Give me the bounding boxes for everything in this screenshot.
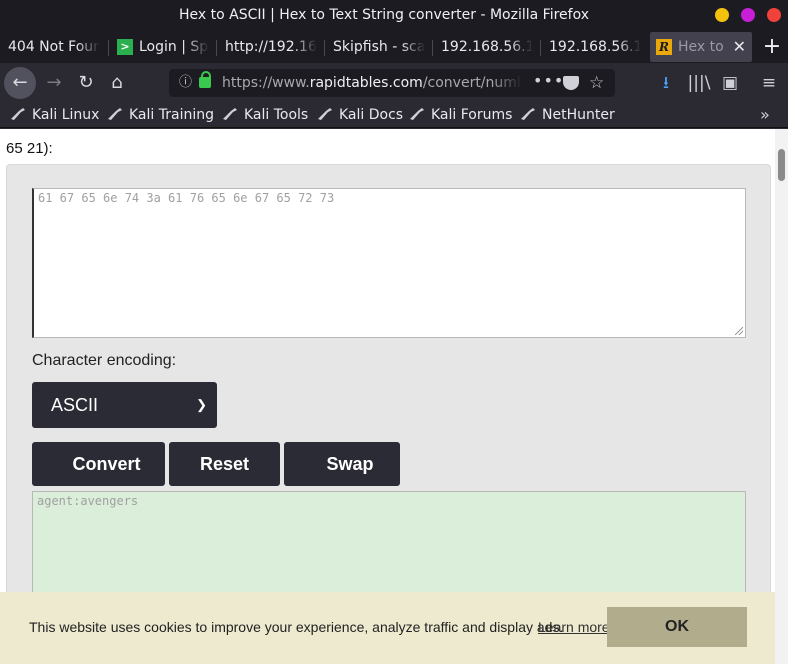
tab-hex-to-ascii[interactable]: R Hex to ✕ (650, 32, 752, 62)
cookie-message: This website uses cookies to improve you… (29, 619, 564, 635)
swap-button[interactable]: Swap (284, 442, 400, 486)
hex-input-textarea[interactable]: 61 67 65 6e 74 3a 61 76 65 6e 67 65 72 7… (32, 188, 746, 338)
learn-more-link[interactable]: Learn more (538, 619, 610, 635)
reload-button[interactable]: ↻ (70, 67, 102, 99)
encoding-label: Character encoding: (32, 352, 177, 369)
tab-ip-1[interactable]: 192.168.56.10 (441, 32, 533, 62)
url-path: /convert/number/hex-to-ascii.html (422, 75, 522, 91)
bookmark-kali-linux[interactable]: Kali Linux (10, 103, 99, 127)
new-tab-button[interactable]: + (759, 30, 785, 63)
tab-label: 192.168.56.10 (549, 39, 641, 55)
bookmark-label: Kali Linux (32, 107, 100, 123)
title-bar: Hex to ASCII | Hex to Text String conver… (0, 0, 788, 30)
library-icon[interactable]: |||\ (685, 63, 713, 103)
reset-button[interactable]: Reset (169, 442, 280, 486)
convert-button[interactable]: Convert (32, 442, 165, 486)
bookmark-label: Kali Docs (339, 107, 404, 123)
tab-label: 404 Not Foun (8, 39, 100, 55)
chevron-down-icon: ❯ (196, 397, 207, 412)
tab-strip: 404 Not Foun > Login | Spl http://192.16 … (0, 30, 788, 63)
text-output-value: agent:avengers (37, 494, 139, 508)
home-button[interactable]: ⌂ (101, 67, 133, 99)
lock-icon[interactable] (199, 71, 211, 88)
tab-login[interactable]: > Login | Spl (117, 32, 209, 62)
converter-panel: 61 67 65 6e 74 3a 61 76 65 6e 67 65 72 7… (6, 164, 771, 664)
hex-input-value: 61 67 65 6e 74 3a 61 76 65 6e 67 65 72 7… (38, 191, 335, 205)
bookmark-kali-training[interactable]: Kali Training (107, 103, 214, 127)
resize-handle-icon[interactable] (735, 327, 743, 335)
kali-dragon-icon (410, 108, 424, 120)
page-actions-icon[interactable]: ••• (533, 69, 564, 97)
bookmark-star-icon[interactable]: ☆ (589, 69, 604, 97)
maximize-button[interactable] (741, 8, 755, 22)
tab-label: Login | Spl (139, 39, 209, 55)
kali-dragon-icon (11, 108, 25, 120)
bookmark-label: Kali Training (129, 107, 214, 123)
menu-icon[interactable]: ≡ (755, 63, 783, 103)
tab-label: http://192.16 (225, 39, 317, 55)
bookmarks-overflow-icon[interactable]: » (760, 103, 770, 127)
url-text[interactable]: https://www.rapidtables.com/convert/numb… (222, 69, 522, 97)
info-icon[interactable]: ⓘ (179, 69, 192, 97)
tab-404[interactable]: 404 Not Foun (8, 32, 100, 62)
scrollbar-thumb[interactable] (778, 149, 785, 181)
tab-label: Hex to (678, 39, 724, 55)
intro-text: 65 21): (6, 140, 53, 157)
close-tab-icon[interactable]: ✕ (733, 32, 746, 62)
bookmark-label: Kali Forums (431, 107, 513, 123)
minimize-button[interactable] (715, 8, 729, 22)
tab-http[interactable]: http://192.16 (225, 32, 317, 62)
tab-label: Skipfish - sca (333, 39, 425, 55)
tab-ip-2[interactable]: 192.168.56.10 (549, 32, 641, 62)
tab-skipfish[interactable]: Skipfish - sca (333, 32, 425, 62)
tab-label: 192.168.56.10 (441, 39, 533, 55)
page-content: 65 21): 61 67 65 6e 74 3a 61 76 65 6e 67… (0, 129, 788, 664)
url-prefix: https://www. (222, 75, 310, 91)
bookmark-kali-forums[interactable]: Kali Forums (409, 103, 512, 127)
kali-dragon-icon (223, 108, 237, 120)
back-button[interactable]: ← (4, 67, 36, 99)
encoding-select[interactable]: ASCII ❯ (32, 382, 217, 428)
encoding-value: ASCII (51, 395, 99, 415)
kali-dragon-icon (108, 108, 122, 120)
url-bar[interactable]: ⓘ https://www.rapidtables.com/convert/nu… (169, 69, 615, 97)
kali-dragon-icon (318, 108, 332, 120)
page-scrollbar[interactable] (775, 129, 788, 664)
bookmarks-bar: Kali Linux Kali Training Kali Tools Kali… (0, 103, 788, 128)
rapidtables-favicon-icon: R (656, 39, 672, 55)
sidebar-icon[interactable]: ▣ (716, 63, 744, 103)
terminal-favicon-icon: > (117, 39, 133, 55)
pocket-icon[interactable] (563, 76, 579, 90)
window-title: Hex to ASCII | Hex to Text String conver… (178, 7, 589, 23)
url-host: rapidtables.com (309, 75, 423, 91)
bookmark-label: Kali Tools (244, 107, 309, 123)
bookmark-kali-docs[interactable]: Kali Docs (317, 103, 403, 127)
forward-button[interactable]: → (38, 67, 70, 99)
cookie-banner: This website uses cookies to improve you… (0, 592, 775, 664)
cookie-ok-button[interactable]: OK (607, 607, 747, 647)
download-icon[interactable]: ⭳ (652, 63, 680, 103)
bookmark-nethunter[interactable]: NetHunter (520, 103, 615, 127)
kali-dragon-icon (521, 108, 535, 120)
bookmark-kali-tools[interactable]: Kali Tools (222, 103, 308, 127)
close-window-button[interactable] (767, 8, 781, 22)
bookmark-label: NetHunter (542, 107, 615, 123)
